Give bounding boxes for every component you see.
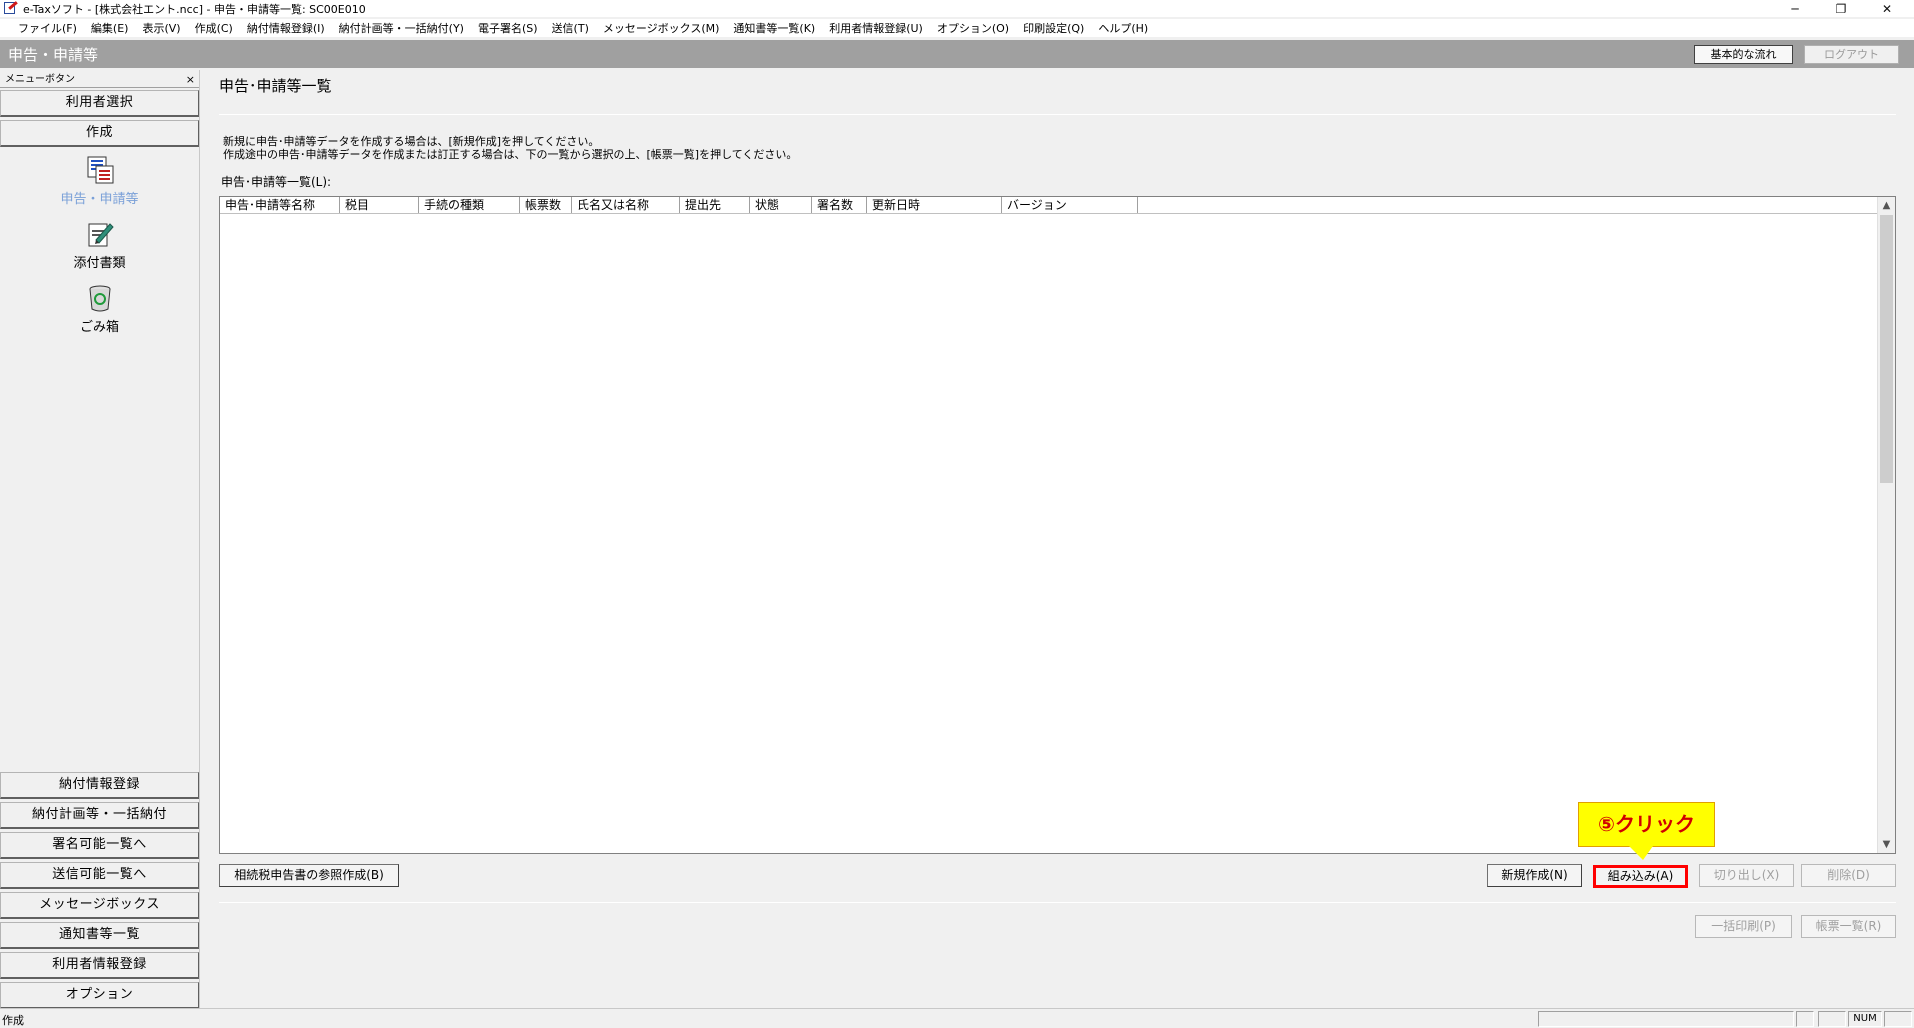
menu-panel-close-icon[interactable]: × [186,72,195,87]
attachment-pen-icon [84,218,116,250]
section-header: 申告・申請等 基本的な流れ ログアウト [0,40,1914,68]
sidebar-sendable-list-button[interactable]: 送信可能一覧へ [0,862,199,889]
sidebar-payment-plan-button[interactable]: 納付計画等・一括納付 [0,802,199,829]
scroll-up-icon[interactable]: ▲ [1878,197,1895,214]
status-pane-main [1538,1011,1794,1027]
main-content: 申告･申請等一覧 新規に申告･申請等データを作成する場合は、[新規作成]を押して… [201,70,1914,1008]
sidebar-item-attachments[interactable]: 添付書類 [0,218,199,271]
form-list-button[interactable]: 帳票一覧(R) [1801,915,1896,938]
sidebar-item-label: 申告・申請等 [60,192,139,207]
scroll-down-icon[interactable]: ▼ [1878,836,1895,853]
close-icon: ✕ [1881,1,1893,16]
section-title: 申告・申請等 [8,46,99,64]
column-header-name[interactable]: 申告･申請等名称 [220,197,340,213]
restore-icon: ❐ [1835,1,1847,16]
column-header-tax-item[interactable]: 税目 [340,197,419,213]
column-header-updated-at[interactable]: 更新日時 [867,197,1002,213]
restore-button[interactable]: ❐ [1818,0,1864,17]
declaration-list-table[interactable]: 申告･申請等名称 税目 手続の種類 帳票数 氏名又は名称 提出先 状態 署名数 … [219,196,1896,854]
menu-edit[interactable]: 編集(E) [91,20,129,36]
sidebar-item-label: 添付書類 [73,256,126,271]
minimize-icon: ─ [1791,1,1799,16]
scrollbar-thumb[interactable] [1880,215,1893,483]
menu-message-box[interactable]: メッセージボックス(M) [603,20,720,36]
menu-bar: ファイル(F) 編集(E) 表示(V) 作成(C) 納付情報登録(I) 納付計画… [0,19,1914,37]
menu-send[interactable]: 送信(T) [552,20,589,36]
logout-button[interactable]: ログアウト [1804,45,1899,64]
status-pane-caps [1818,1011,1846,1027]
document-list-icon [84,154,116,186]
sidebar-signable-list-button[interactable]: 署名可能一覧へ [0,832,199,859]
title-divider [219,114,1896,115]
sidebar-message-box-button[interactable]: メッセージボックス [0,892,199,919]
instruction-line-2: 作成途中の申告･申請等データを作成または訂正する場合は、下の一覧から選択の上、[… [223,148,798,161]
import-button[interactable]: 組み込み(A) [1593,865,1688,888]
status-pane-scroll [1884,1011,1912,1027]
window-title: e-Taxソフト - [株式会社エント.ncc] - 申告・申請等一覧: SC0… [23,2,366,16]
status-bar: 作成 NUM [0,1008,1914,1028]
sidebar-payment-info-button[interactable]: 納付情報登録 [0,772,199,799]
sidebar-item-trash[interactable]: ごみ箱 [0,282,199,335]
bulk-print-button[interactable]: 一括印刷(P) [1695,915,1792,938]
minimize-button[interactable]: ─ [1772,0,1818,17]
etax-app-icon [3,0,19,17]
menu-payment-info[interactable]: 納付情報登録(I) [247,20,325,36]
callout-pointer [1629,846,1653,860]
status-text: 作成 [2,1014,24,1027]
status-pane-num: NUM [1848,1011,1882,1027]
sidebar-user-select-button[interactable]: 利用者選択 [0,90,199,117]
column-header-submit-to[interactable]: 提出先 [680,197,750,213]
button-divider [219,902,1896,903]
new-create-button[interactable]: 新規作成(N) [1487,864,1582,887]
menu-options[interactable]: オプション(O) [937,20,1009,36]
sidebar-item-label: ごみ箱 [79,320,119,335]
inheritance-tax-reference-button[interactable]: 相続税申告書の参照作成(B) [219,864,399,887]
menu-create[interactable]: 作成(C) [195,20,233,36]
sidebar-notices-button[interactable]: 通知書等一覧 [0,922,199,949]
menu-panel: メニューボタン × 利用者選択 作成 申告・申請等 添付書類 ごみ箱 納付情報登… [0,70,200,1009]
sidebar-create-button[interactable]: 作成 [0,120,199,147]
sidebar-user-info-button[interactable]: 利用者情報登録 [0,952,199,979]
status-pane-small [1796,1011,1814,1027]
column-header-procedure-type[interactable]: 手続の種類 [419,197,520,213]
column-header-taxpayer-name[interactable]: 氏名又は名称 [572,197,680,213]
close-button[interactable]: ✕ [1864,0,1910,17]
column-header-form-count[interactable]: 帳票数 [520,197,572,213]
sidebar-options-button[interactable]: オプション [0,982,199,1009]
column-header-version[interactable]: バージョン [1002,197,1138,213]
table-header: 申告･申請等名称 税目 手続の種類 帳票数 氏名又は名称 提出先 状態 署名数 … [220,197,1878,214]
menu-view[interactable]: 表示(V) [142,20,180,36]
table-vertical-scrollbar[interactable]: ▲ ▼ [1877,197,1895,853]
menu-panel-header: メニューボタン × [0,72,199,88]
menu-e-signature[interactable]: 電子署名(S) [478,20,538,36]
menu-panel-title: メニューボタン [5,74,75,85]
menu-payment-plan[interactable]: 納付計画等・一括納付(Y) [339,20,464,36]
recycle-bin-icon [84,282,116,314]
list-label: 申告･申請等一覧(L): [221,175,332,189]
menu-user-info[interactable]: 利用者情報登録(U) [829,20,923,36]
menu-notices[interactable]: 通知書等一覧(K) [733,20,815,36]
menu-file[interactable]: ファイル(F) [18,20,77,36]
sidebar-item-declarations[interactable]: 申告・申請等 [0,154,199,207]
page-title: 申告･申請等一覧 [219,77,332,95]
menu-print-settings[interactable]: 印刷設定(Q) [1023,20,1084,36]
export-button[interactable]: 切り出し(X) [1699,864,1794,887]
title-bar: e-Taxソフト - [株式会社エント.ncc] - 申告・申請等一覧: SC0… [0,0,1914,17]
column-header-status[interactable]: 状態 [750,197,812,213]
delete-button[interactable]: 削除(D) [1801,864,1896,887]
click-callout: ⑤クリック [1578,802,1715,847]
menu-help[interactable]: ヘルプ(H) [1098,20,1148,36]
basic-flow-button[interactable]: 基本的な流れ [1694,45,1793,64]
column-header-signature-count[interactable]: 署名数 [812,197,867,213]
